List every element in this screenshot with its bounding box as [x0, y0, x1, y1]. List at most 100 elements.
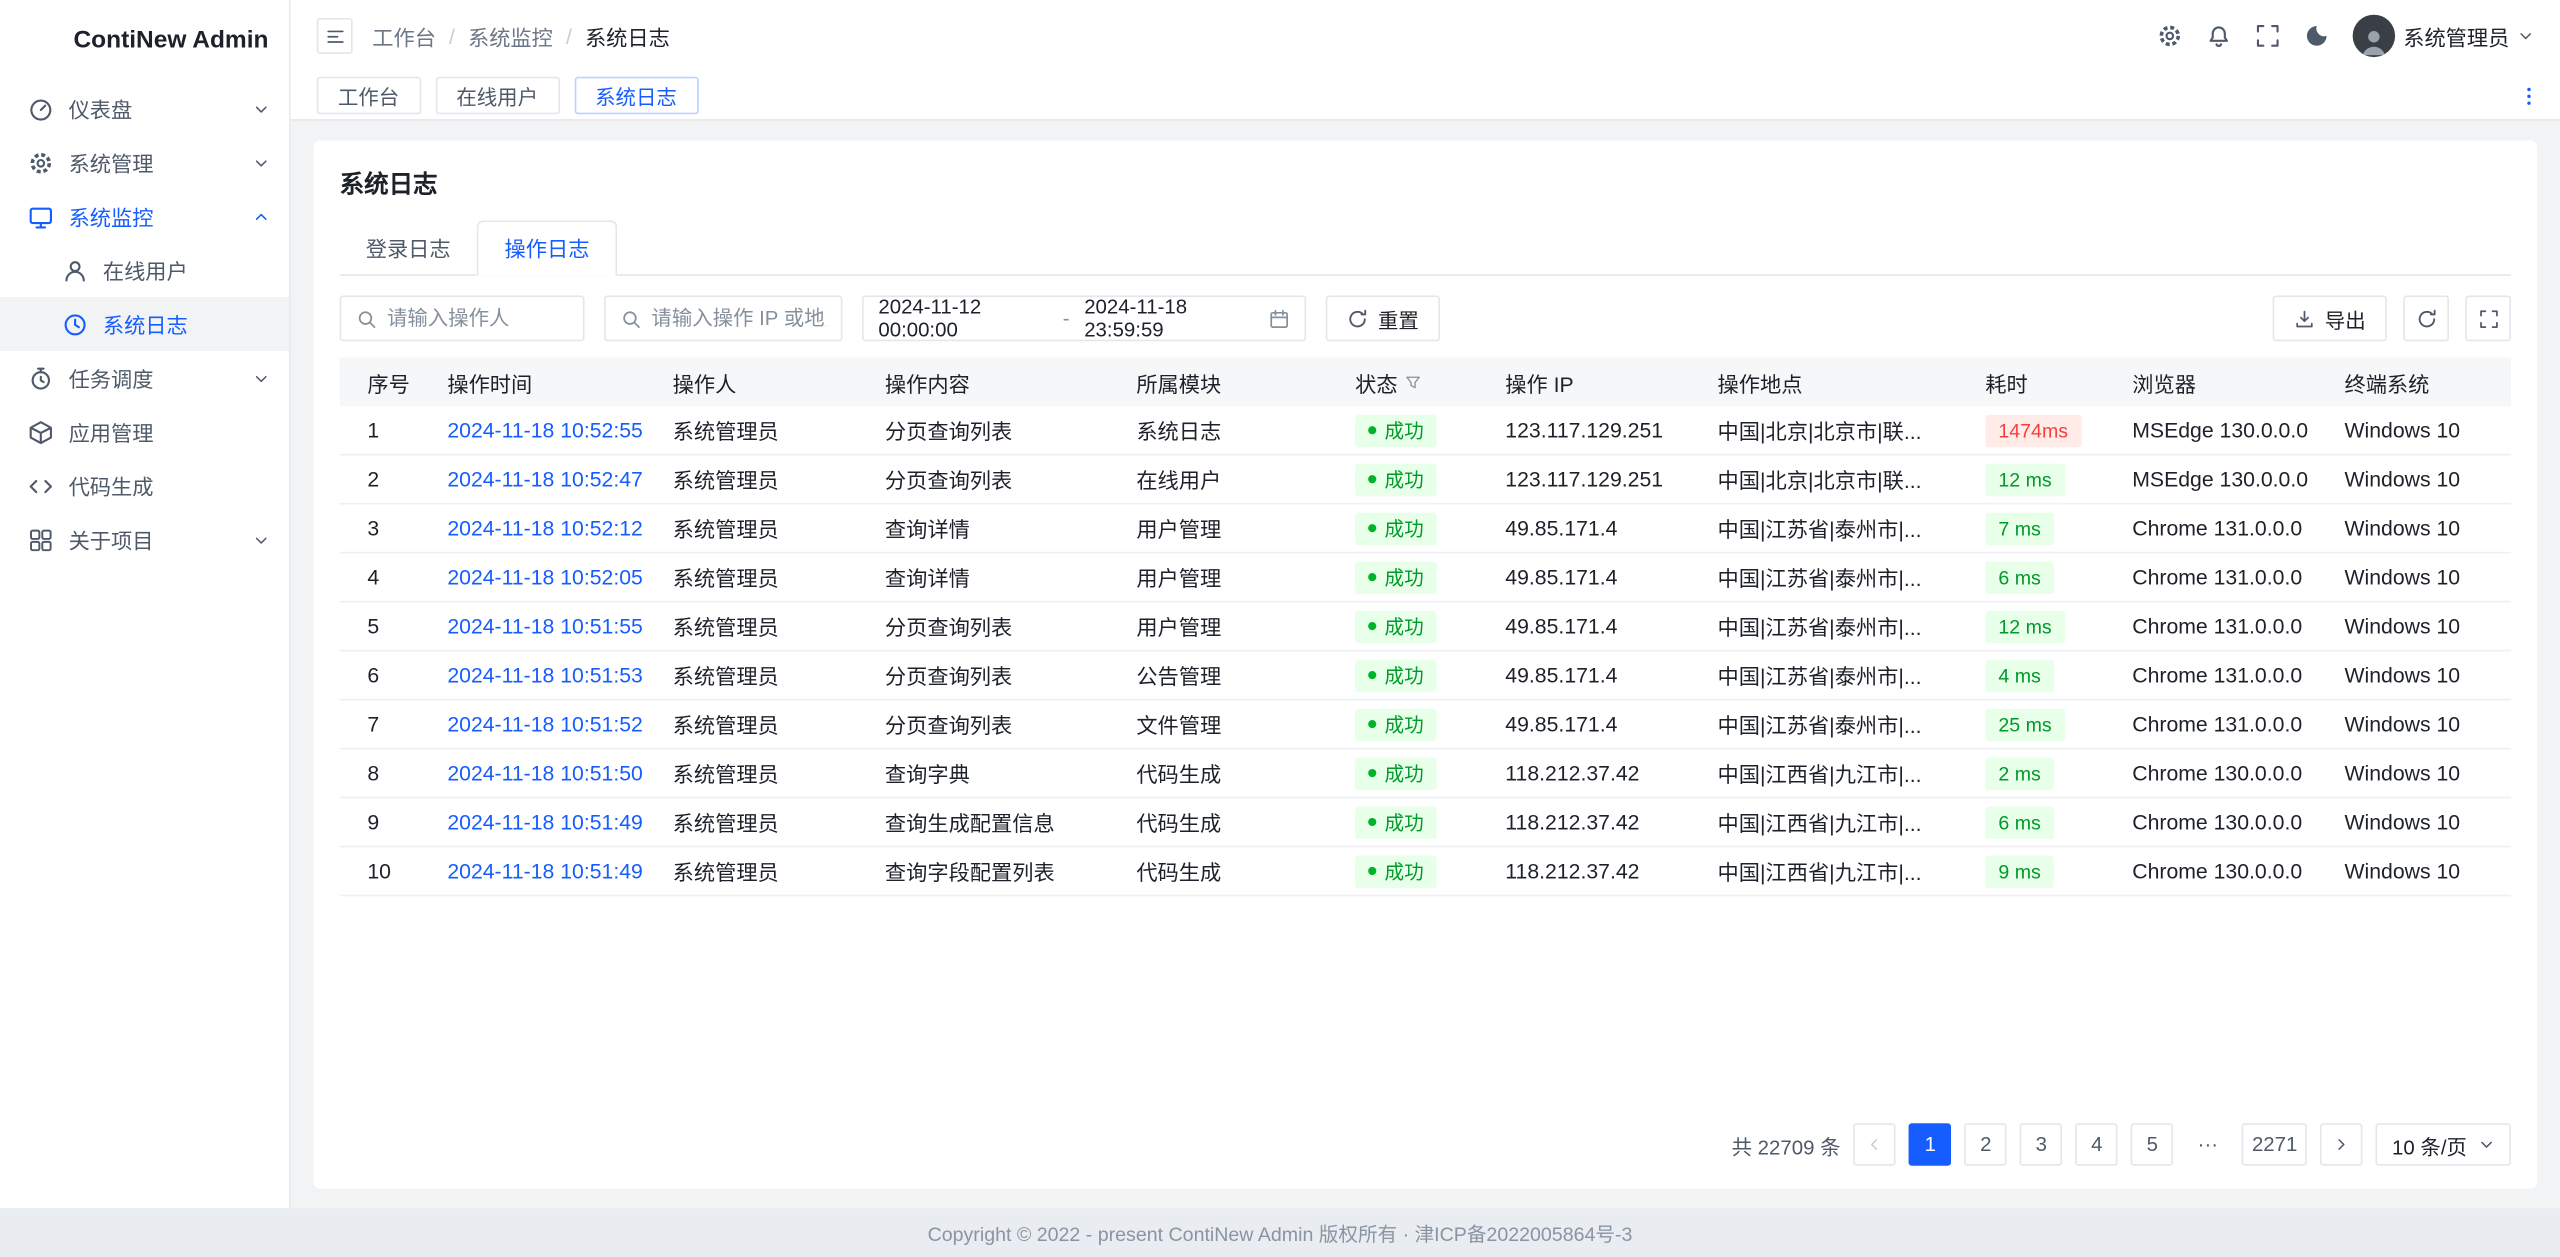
- system-log-card: 系统日志 登录日志 操作日志: [313, 140, 2537, 1188]
- tab-workbench[interactable]: 工作台: [317, 77, 421, 115]
- cell-content: 查询详情: [885, 562, 1136, 593]
- pagination-page-3[interactable]: 3: [2020, 1123, 2062, 1165]
- copyright-text: Copyright © 2022 - present ContiNew Admi…: [928, 1219, 1633, 1247]
- sidebar-item-about-project[interactable]: 关于项目: [0, 513, 289, 567]
- header-actions: 系统管理员: [2157, 15, 2534, 57]
- pagination-page-1[interactable]: 1: [1909, 1123, 1951, 1165]
- user-menu[interactable]: 系统管理员: [2353, 15, 2534, 57]
- pagination-page-4[interactable]: 4: [2076, 1123, 2118, 1165]
- table-row: 22024-11-18 10:52:47系统管理员分页查询列表在线用户成功123…: [340, 456, 2511, 505]
- person-icon: [2358, 24, 2391, 57]
- tab-system-logs[interactable]: 系统日志: [574, 77, 698, 115]
- cell-operator: 系统管理员: [673, 660, 885, 691]
- table-fullscreen-button[interactable]: [2465, 296, 2511, 342]
- user-name: 系统管理员: [2403, 20, 2509, 51]
- notification-bell-icon[interactable]: [2206, 23, 2232, 49]
- next-page-button[interactable]: [2320, 1123, 2362, 1165]
- table-row: 42024-11-18 10:52:05系统管理员查询详情用户管理成功49.85…: [340, 553, 2511, 602]
- tab-more-icon[interactable]: [2518, 84, 2541, 107]
- cell-module: 用户管理: [1136, 513, 1355, 544]
- operation-time-link[interactable]: 2024-11-18 10:51:55: [447, 614, 643, 638]
- cell-status: 成功: [1355, 855, 1505, 888]
- cell-duration: 9 ms: [1985, 855, 2132, 888]
- operation-time-link[interactable]: 2024-11-18 10:51:50: [447, 761, 643, 785]
- breadcrumb-item-system-monitor[interactable]: 系统监控: [468, 20, 553, 51]
- operation-time-link[interactable]: 2024-11-18 10:51:49: [447, 859, 643, 883]
- pagination-ellipsis[interactable]: ···: [2187, 1123, 2229, 1165]
- table-body: 12024-11-18 10:52:55系统管理员分页查询列表系统日志成功123…: [340, 407, 2511, 897]
- pagination-page-5[interactable]: 5: [2131, 1123, 2173, 1165]
- logo[interactable]: ContiNew Admin: [0, 0, 289, 78]
- cell-os: Windows 10: [2344, 516, 2511, 540]
- sidebar-item-system-management[interactable]: 系统管理: [0, 136, 289, 190]
- cell-duration: 12 ms: [1985, 610, 2132, 643]
- pagination-page-2271[interactable]: 2271: [2242, 1123, 2307, 1165]
- ip-search-field: [604, 296, 842, 342]
- filter-funnel-icon[interactable]: [1404, 373, 1422, 391]
- dark-mode-moon-icon[interactable]: [2304, 23, 2330, 49]
- sidebar-item-system-monitor[interactable]: 系统监控: [0, 189, 289, 243]
- chevron-left-icon: [1867, 1136, 1883, 1152]
- fullscreen-icon[interactable]: [2255, 23, 2281, 49]
- footer: Copyright © 2022 - present ContiNew Admi…: [0, 1208, 2560, 1257]
- cell-location: 中国|江西省|九江市|...: [1718, 758, 1986, 789]
- operation-time-link[interactable]: 2024-11-18 10:51:52: [447, 712, 643, 736]
- page-size-select[interactable]: 10 条/页: [2376, 1123, 2511, 1165]
- export-button[interactable]: 导出: [2273, 296, 2387, 342]
- breadcrumb: 工作台 / 系统监控 / 系统日志: [372, 20, 670, 51]
- operation-time-link[interactable]: 2024-11-18 10:52:55: [447, 418, 643, 442]
- cell-browser: Chrome 131.0.0.0: [2132, 712, 2344, 736]
- sidebar-item-label: 系统监控: [69, 201, 239, 232]
- sidebar-item-dashboard[interactable]: 仪表盘: [0, 82, 289, 136]
- sidebar-item-label: 代码生成: [69, 470, 270, 501]
- cell-index: 3: [340, 516, 448, 540]
- table-row: 92024-11-18 10:51:49系统管理员查询生成配置信息代码生成成功1…: [340, 798, 2511, 847]
- col-content: 操作内容: [885, 367, 1136, 398]
- date-start-value[interactable]: 2024-11-12 00:00:00: [878, 296, 1048, 342]
- cell-operator: 系统管理员: [673, 415, 885, 446]
- col-ip: 操作 IP: [1505, 367, 1717, 398]
- sidebar-item-system-logs[interactable]: 系统日志: [0, 297, 289, 351]
- avatar[interactable]: [2353, 15, 2395, 57]
- tab-online-users[interactable]: 在线用户: [435, 77, 559, 115]
- sidebar-item-task-schedule[interactable]: 任务调度: [0, 351, 289, 405]
- operation-time-link[interactable]: 2024-11-18 10:52:05: [447, 565, 643, 589]
- operator-search-input[interactable]: [387, 307, 568, 330]
- prev-page-button[interactable]: [1854, 1123, 1896, 1165]
- cell-browser: Chrome 131.0.0.0: [2132, 663, 2344, 687]
- status-badge: 成功: [1355, 659, 1437, 692]
- sidebar-collapse-button[interactable]: [317, 18, 353, 54]
- operation-time-link[interactable]: 2024-11-18 10:51:49: [447, 810, 643, 834]
- cell-ip: 118.212.37.42: [1505, 761, 1717, 785]
- settings-gear-icon[interactable]: [2157, 23, 2183, 49]
- status-badge: 成功: [1355, 708, 1437, 741]
- sidebar-item-online-users[interactable]: 在线用户: [0, 243, 289, 297]
- download-icon: [2294, 308, 2315, 329]
- table-refresh-button[interactable]: [2403, 296, 2449, 342]
- cell-duration: 6 ms: [1985, 561, 2132, 594]
- reset-button[interactable]: 重置: [1326, 296, 1440, 342]
- table-row: 82024-11-18 10:51:50系统管理员查询字典代码生成成功118.2…: [340, 749, 2511, 798]
- cell-duration: 4 ms: [1985, 659, 2132, 692]
- sidebar-item-code-generation[interactable]: 代码生成: [0, 459, 289, 513]
- export-button-label: 导出: [2325, 303, 2366, 334]
- cell-module: 在线用户: [1136, 464, 1355, 495]
- ip-search-input[interactable]: [651, 307, 826, 330]
- table-row: 12024-11-18 10:52:55系统管理员分页查询列表系统日志成功123…: [340, 407, 2511, 456]
- date-end-value[interactable]: 2024-11-18 23:59:59: [1084, 296, 1254, 342]
- pagination-page-2[interactable]: 2: [1965, 1123, 2007, 1165]
- sidebar-item-app-management[interactable]: 应用管理: [0, 405, 289, 459]
- table-header-row: 序号 操作时间 操作人 操作内容 所属模块 状态 操作 IP 操作地点 耗时: [340, 358, 2511, 407]
- cell-status: 成功: [1355, 708, 1505, 741]
- operation-time-link[interactable]: 2024-11-18 10:52:12: [447, 516, 643, 540]
- cell-browser: Chrome 131.0.0.0: [2132, 516, 2344, 540]
- content-area: 系统日志 登录日志 操作日志: [291, 121, 2560, 1208]
- date-range-picker[interactable]: 2024-11-12 00:00:00 - 2024-11-18 23:59:5…: [862, 296, 1306, 342]
- operation-time-link[interactable]: 2024-11-18 10:52:47: [447, 467, 643, 491]
- operation-time-link[interactable]: 2024-11-18 10:51:53: [447, 663, 643, 687]
- tab-login-logs[interactable]: 登录日志: [340, 222, 477, 274]
- chevron-down-icon: [253, 100, 269, 116]
- status-badge: 成功: [1355, 414, 1437, 447]
- breadcrumb-item-workbench[interactable]: 工作台: [372, 20, 436, 51]
- tab-operation-logs[interactable]: 操作日志: [477, 220, 617, 276]
